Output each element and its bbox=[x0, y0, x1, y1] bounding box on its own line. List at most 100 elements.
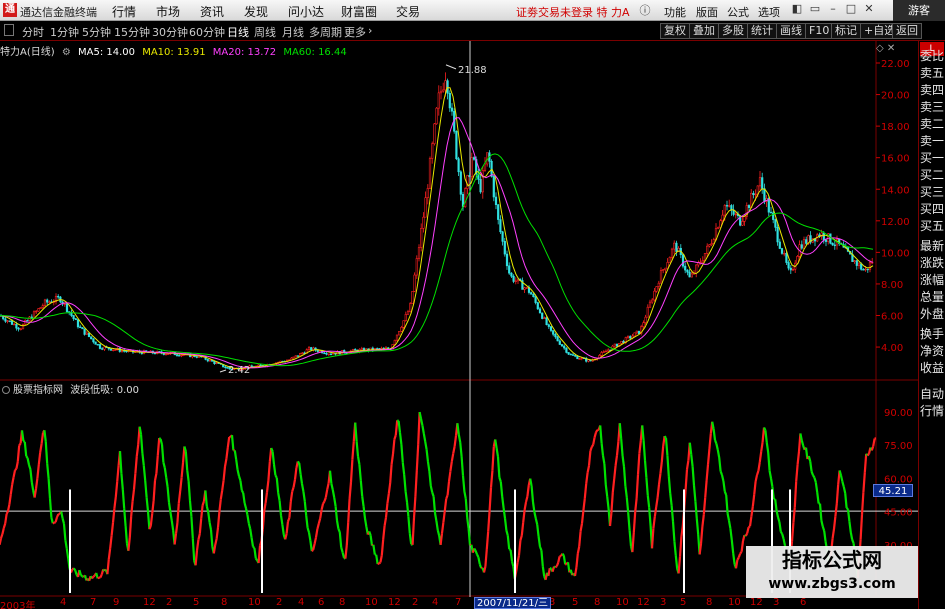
date-axis: 2003年47912258102468101224791135810123581… bbox=[0, 597, 918, 609]
period-15min[interactable]: 15分钟 bbox=[114, 24, 150, 40]
menu-wealth[interactable]: 财富圈 bbox=[341, 3, 377, 20]
menu-market[interactable]: 市场 bbox=[156, 3, 180, 20]
skin-icon[interactable]: ◧ bbox=[790, 2, 804, 16]
candle-body bbox=[505, 253, 509, 267]
oscillator-segment bbox=[688, 442, 693, 455]
chevron-right-icon[interactable]: › bbox=[368, 24, 372, 37]
ma60-line bbox=[0, 153, 874, 367]
multi-stock-button[interactable]: 多股 bbox=[718, 23, 748, 39]
oscillator-segment bbox=[188, 500, 193, 517]
candle-body bbox=[459, 171, 462, 195]
stock-name: 特力A(日线) bbox=[0, 47, 55, 58]
oscillator-segment bbox=[347, 498, 351, 523]
candle-body bbox=[112, 349, 115, 351]
candle-body bbox=[783, 253, 786, 255]
indicator-settings-icon[interactable] bbox=[2, 386, 10, 394]
oscillator-segment bbox=[816, 492, 820, 504]
oscillator-segment bbox=[316, 523, 320, 530]
oscillator-segment bbox=[415, 444, 420, 471]
oscillator-segment bbox=[0, 538, 3, 545]
sidebar-toggle-icon[interactable] bbox=[4, 24, 14, 36]
candle-body bbox=[162, 353, 165, 355]
price-tick-label: 18.00 bbox=[881, 122, 910, 133]
panel-options-icon[interactable]: ◇ ✕ bbox=[876, 43, 895, 54]
period-5min[interactable]: 5分钟 bbox=[82, 24, 111, 40]
oscillator-segment bbox=[778, 521, 782, 532]
menu-trade[interactable]: 交易 bbox=[396, 3, 420, 20]
close-icon[interactable]: ✕ bbox=[862, 2, 876, 16]
oscillator-segment bbox=[431, 491, 435, 497]
back-button[interactable]: 返回 bbox=[892, 23, 922, 39]
candle-body bbox=[90, 336, 93, 340]
period-60min[interactable]: 60分钟 bbox=[189, 24, 225, 40]
minimize-icon[interactable]: – bbox=[826, 2, 840, 16]
candle-body bbox=[109, 348, 113, 351]
maximize-icon[interactable]: □ bbox=[844, 2, 858, 16]
oscillator-segment bbox=[341, 552, 346, 559]
kline-chart[interactable]: 22.00 20.00 18.00 16.00 14.00 12.00 10.00 8.00 6… bbox=[0, 41, 918, 597]
oscillator-segment bbox=[162, 462, 166, 469]
oscillator-segment bbox=[515, 562, 519, 572]
period-tick[interactable]: 分时 bbox=[22, 24, 44, 40]
menu-formula[interactable]: 公式 bbox=[727, 4, 749, 20]
oscillator-segment bbox=[177, 490, 182, 504]
oscillator-segment bbox=[230, 435, 235, 451]
oscillator-segment bbox=[498, 477, 502, 483]
settings-icon[interactable]: ⚙ bbox=[62, 47, 71, 58]
menu-ask[interactable]: 问小达 bbox=[288, 3, 324, 20]
period-weekly[interactable]: 周线 bbox=[254, 24, 276, 40]
menu-function[interactable]: 功能 bbox=[664, 4, 686, 20]
period-1min[interactable]: 1分钟 bbox=[50, 24, 79, 40]
statistics-button[interactable]: 统计 bbox=[747, 23, 777, 39]
period-30min[interactable]: 30分钟 bbox=[152, 24, 188, 40]
candle-body bbox=[664, 267, 667, 270]
ma5-value: MA5: 14.00 bbox=[78, 47, 136, 58]
draw-line-button[interactable]: 画线 bbox=[776, 23, 806, 39]
candle-body bbox=[706, 245, 709, 254]
candle-body bbox=[428, 158, 432, 189]
bid-5: 买五 bbox=[920, 219, 945, 233]
oscillator-segment bbox=[191, 538, 196, 561]
oscillator-segment bbox=[618, 423, 623, 440]
auto-toggle[interactable]: 自动 bbox=[920, 386, 945, 402]
oscillator-segment bbox=[445, 494, 449, 500]
info-icon[interactable]: ⓘ bbox=[638, 2, 652, 17]
candle-body bbox=[662, 269, 665, 271]
mark-button[interactable]: 标记 bbox=[831, 23, 861, 39]
quote-toggle[interactable]: 行情 bbox=[920, 403, 945, 419]
menu-layout[interactable]: 版面 bbox=[696, 4, 718, 20]
candle-body bbox=[41, 305, 44, 308]
watermark-title: 指标公式网 bbox=[782, 548, 882, 572]
oscillator-segment bbox=[753, 481, 757, 495]
period-daily[interactable]: 日线 bbox=[227, 24, 249, 40]
period-monthly[interactable]: 月线 bbox=[282, 24, 304, 40]
guest-login-button[interactable]: 游客 bbox=[893, 0, 945, 21]
menu-news[interactable]: 资讯 bbox=[200, 3, 224, 20]
menu-quotes[interactable]: 行情 bbox=[112, 3, 136, 20]
period-more[interactable]: 更多 bbox=[344, 24, 366, 40]
menu-discover[interactable]: 发现 bbox=[244, 3, 268, 20]
overlay-button[interactable]: 叠加 bbox=[689, 23, 719, 39]
period-multi[interactable]: 多周期 bbox=[309, 24, 342, 40]
candle-body bbox=[442, 89, 445, 92]
oscillator-segment bbox=[113, 496, 117, 509]
oscillator-segment bbox=[767, 452, 771, 471]
f10-button[interactable]: F10 bbox=[805, 23, 834, 39]
oscillator-segment bbox=[505, 530, 509, 536]
candle-body bbox=[413, 274, 416, 292]
price-tick-label: 10.00 bbox=[881, 248, 910, 259]
oscillator-segment bbox=[456, 423, 460, 435]
oscillator-segment bbox=[319, 509, 323, 519]
trade-login-warning[interactable]: 证劵交易未登录 特 力A bbox=[516, 4, 630, 20]
quote-side-panel: L 委比 卖五 卖四 卖三 卖二 卖一 买一 买二 买三 买四 买五 最新 涨跌… bbox=[918, 41, 945, 609]
candle-body bbox=[547, 324, 550, 327]
oscillator-segment bbox=[601, 455, 606, 465]
restore-icon[interactable]: ▭ bbox=[808, 2, 822, 16]
candle-body bbox=[472, 157, 476, 160]
candle-body bbox=[208, 359, 212, 362]
oscillator-segment bbox=[39, 443, 43, 453]
adjust-button[interactable]: 复权 bbox=[660, 23, 690, 39]
date-tick-label: 2003年 bbox=[0, 601, 36, 609]
oscillator-segment bbox=[701, 514, 705, 527]
menu-options[interactable]: 选项 bbox=[758, 4, 780, 20]
